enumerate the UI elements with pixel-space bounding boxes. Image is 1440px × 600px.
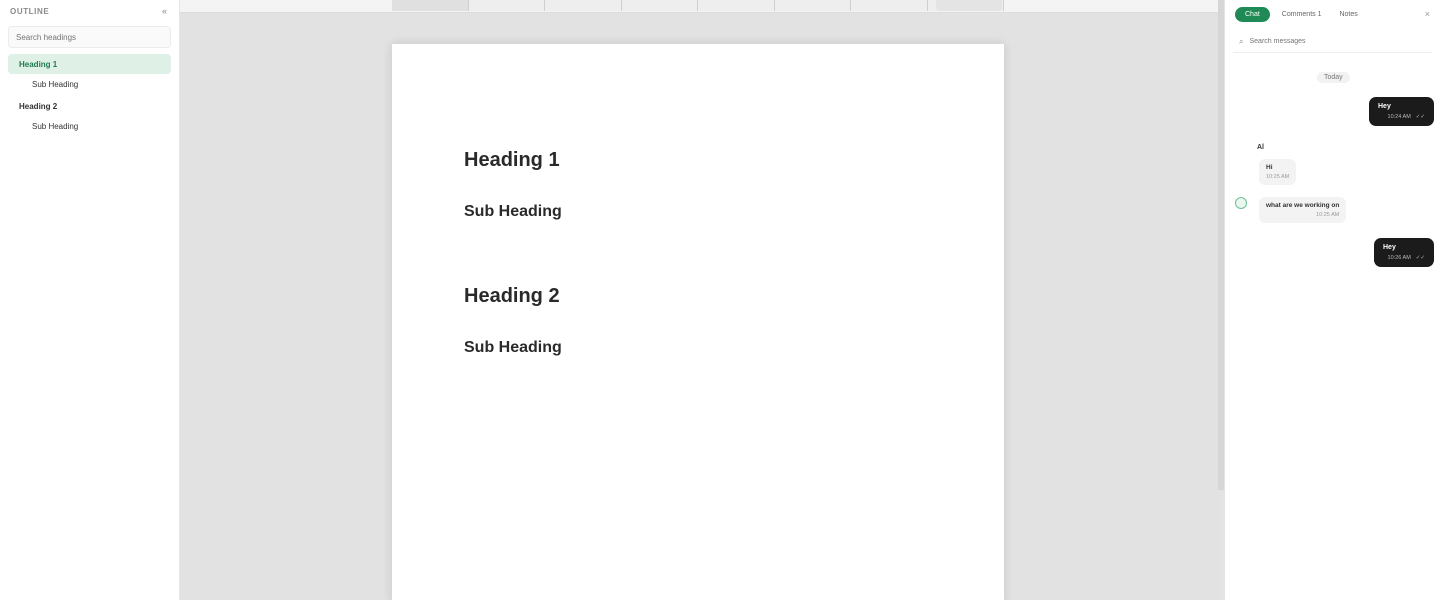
avatar[interactable] xyxy=(1235,197,1247,209)
format-toolbar xyxy=(180,0,1218,13)
message-text: Hey xyxy=(1378,103,1391,110)
outline-item-heading-2[interactable]: Heading 2 xyxy=(8,96,171,116)
chat-search[interactable]: ⌕ xyxy=(1233,31,1432,53)
chat-search-input[interactable] xyxy=(1249,38,1426,45)
document-page[interactable]: Heading 1 Sub Heading Heading 2 Sub Head… xyxy=(392,44,1004,600)
doc-sub-heading-1[interactable]: Sub Heading xyxy=(464,203,562,221)
outline-title: OUTLINE xyxy=(10,6,50,16)
toolbar-button[interactable] xyxy=(468,0,545,11)
chat-tabs: Chat Comments 1 Notes × xyxy=(1225,0,1440,28)
search-icon: ⌕ xyxy=(1239,36,1244,46)
toolbar-button[interactable] xyxy=(698,0,775,11)
outline-item-sub-heading-1[interactable]: Sub Heading xyxy=(0,74,179,94)
tab-notes[interactable]: Notes xyxy=(1333,8,1363,21)
message-time: 10:25 AM xyxy=(1266,174,1290,180)
toolbar-button[interactable] xyxy=(392,0,469,11)
message-text: Hi xyxy=(1266,164,1273,171)
toolbar-more-button[interactable] xyxy=(936,0,1002,11)
read-receipt-icon: ✓✓ xyxy=(1415,255,1425,261)
outline-sidebar: OUTLINE « Heading 1 Sub Heading Heading … xyxy=(0,0,180,600)
editor-canvas: Heading 1 Sub Heading Heading 2 Sub Head… xyxy=(180,13,1218,600)
toolbar-button-group xyxy=(392,0,1004,11)
message-text: what are we working on xyxy=(1266,202,1340,209)
doc-heading-2[interactable]: Heading 2 xyxy=(464,285,560,308)
message-time: 10:24 AM xyxy=(1387,114,1411,120)
doc-sub-heading-2[interactable]: Sub Heading xyxy=(464,339,562,357)
outline-search[interactable] xyxy=(8,26,171,48)
outline-item-sub-heading-2[interactable]: Sub Heading xyxy=(0,116,179,136)
message-meta: 10:24 AM ✓✓ xyxy=(1378,114,1425,120)
doc-heading-1[interactable]: Heading 1 xyxy=(464,149,560,172)
message-time: 10:26 AM xyxy=(1387,255,1411,261)
tab-chat[interactable]: Chat xyxy=(1235,6,1270,22)
message-outgoing[interactable]: Hey 10:24 AM ✓✓ xyxy=(1369,97,1434,126)
toolbar-button[interactable] xyxy=(774,0,851,11)
outline-item-label: Heading 1 xyxy=(19,59,58,69)
close-icon[interactable]: × xyxy=(1425,9,1430,19)
toolbar-button[interactable] xyxy=(545,0,622,11)
message-incoming[interactable]: Hi 10:25 AM xyxy=(1259,159,1297,185)
outline-item-label: Heading 2 xyxy=(19,101,58,111)
message-text: Hey xyxy=(1383,244,1396,251)
sender-name: Al xyxy=(1257,144,1264,151)
outline-item-label: Sub Heading xyxy=(32,121,79,131)
date-chip: Today xyxy=(1317,72,1350,83)
outline-search-input[interactable] xyxy=(16,32,163,42)
outline-item-label: Sub Heading xyxy=(32,79,79,89)
chat-panel: Chat Comments 1 Notes × ⌕ Today Hey 10:2… xyxy=(1224,0,1440,600)
toolbar-button[interactable] xyxy=(621,0,698,11)
collapse-icon[interactable]: « xyxy=(162,6,167,16)
tab-comments[interactable]: Comments 1 xyxy=(1276,8,1328,21)
message-incoming[interactable]: what are we working on 10:25 AM xyxy=(1259,197,1347,223)
toolbar-button[interactable] xyxy=(851,0,928,11)
message-outgoing[interactable]: Hey 10:26 AM ✓✓ xyxy=(1374,238,1434,267)
outline-item-heading-1[interactable]: Heading 1 xyxy=(8,54,171,74)
message-time: 10:25 AM xyxy=(1316,212,1340,218)
read-receipt-icon: ✓✓ xyxy=(1415,114,1425,120)
outline-header: OUTLINE « xyxy=(0,0,179,22)
message-meta: 10:26 AM ✓✓ xyxy=(1383,255,1425,261)
